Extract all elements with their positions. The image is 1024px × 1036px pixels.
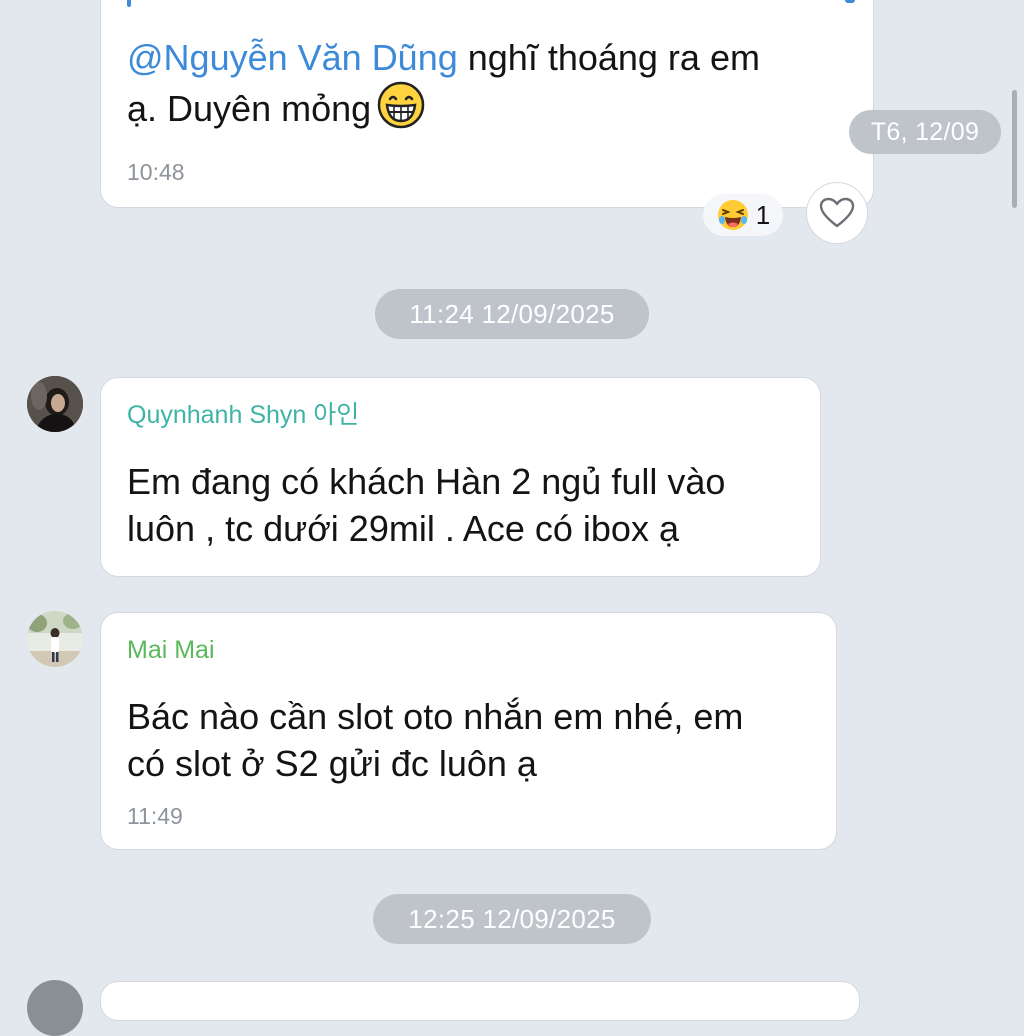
quote-dot <box>845 0 855 3</box>
message-text: Bác nào cần slot oto nhắn em nhé, em có … <box>127 696 744 784</box>
reaction-chip[interactable]: 1 <box>703 194 783 236</box>
avatar[interactable] <box>27 376 83 432</box>
sender-name[interactable]: Mai Mai <box>127 635 215 665</box>
message-bubble[interactable]: @Nguyễn Văn Dũng nghĩ thoáng ra em ạ. Du… <box>100 0 874 208</box>
date-divider: 12:25 12/09/2025 <box>373 894 651 944</box>
scrollbar[interactable] <box>1012 90 1017 208</box>
message-text: @Nguyễn Văn Dũng nghĩ thoáng ra em ạ. Du… <box>127 34 760 140</box>
message-text: Em đang có khách Hàn 2 ngủ full vào luôn… <box>127 461 726 549</box>
message-time: 11:49 <box>127 803 183 829</box>
grinning-face-icon <box>377 81 425 140</box>
reply-quote-bar <box>127 0 131 7</box>
avatar[interactable] <box>27 611 83 667</box>
date-divider: 11:24 12/09/2025 <box>375 289 649 339</box>
message-bubble[interactable] <box>100 981 860 1021</box>
reaction-count: 1 <box>755 199 771 230</box>
message-time: 10:48 <box>127 159 185 185</box>
sender-name[interactable]: Quynhanh Shyn 아인 <box>127 400 359 430</box>
message-bubble[interactable]: Mai Mai Bác nào cần slot oto nhắn em nhé… <box>100 612 837 850</box>
like-button[interactable] <box>806 182 868 244</box>
message-bubble[interactable]: Quynhanh Shyn 아인 Em đang có khách Hàn 2 … <box>100 377 821 577</box>
sticky-date-pill: T6, 12/09 <box>849 110 1001 154</box>
laughing-face-icon <box>716 198 750 232</box>
heart-icon <box>819 197 855 229</box>
mention-link[interactable]: @Nguyễn Văn Dũng <box>127 37 458 78</box>
avatar[interactable] <box>27 980 83 1036</box>
